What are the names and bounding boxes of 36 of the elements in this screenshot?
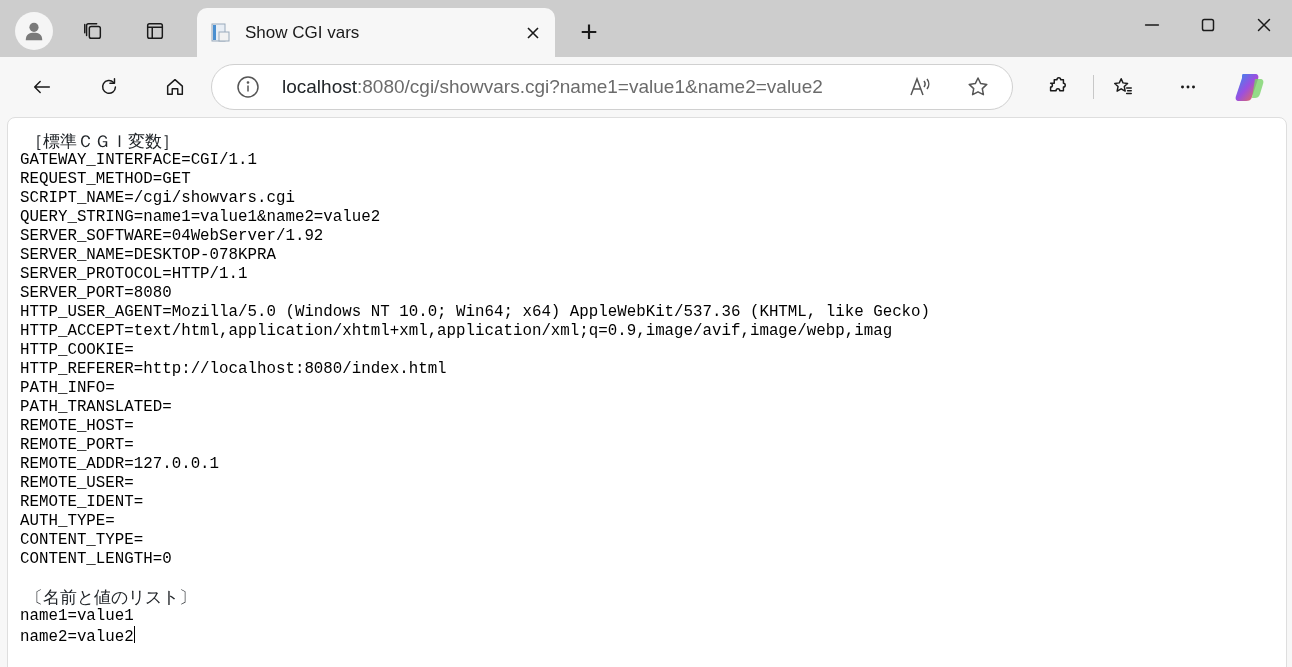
variable-line: PATH_INFO= bbox=[20, 379, 115, 397]
variable-line: REQUEST_METHOD=GET bbox=[20, 170, 191, 188]
variable-line: REMOTE_IDENT= bbox=[20, 493, 144, 511]
text-cursor bbox=[133, 626, 136, 643]
info-icon[interactable] bbox=[236, 75, 260, 99]
variable-line: name2=value2 bbox=[20, 628, 134, 646]
close-icon[interactable] bbox=[525, 24, 541, 41]
variable-line: SERVER_PORT=8080 bbox=[20, 284, 172, 302]
variable-line: AUTH_TYPE= bbox=[20, 512, 115, 530]
variable-line: REMOTE_USER= bbox=[20, 474, 134, 492]
section-heading: ［標準ＣＧＩ変数］ bbox=[25, 132, 180, 151]
variable-line: PATH_TRANSLATED= bbox=[20, 398, 172, 416]
variable-line: GATEWAY_INTERFACE=CGI/1.1 bbox=[20, 151, 257, 169]
variable-line: SERVER_NAME=DESKTOP-078KPRA bbox=[20, 246, 276, 264]
url-text: localhost:8080/cgi/showvars.cgi?name1=value1&name2=value2 bbox=[282, 74, 824, 99]
section-heading: 〔名前と値のリスト〕 bbox=[25, 588, 197, 607]
page-icon bbox=[209, 21, 231, 44]
tab-title: Show CGI vars bbox=[245, 21, 361, 44]
variable-line: CONTENT_TYPE= bbox=[20, 531, 144, 549]
variable-line: HTTP_ACCEPT=text/html,application/xhtml+xml,application/xml;q=0.9,image/avif,image/webp,imag bbox=[20, 322, 893, 340]
variable-line: HTTP_USER_AGENT=Mozilla/5.0 (Windows NT 10.0; Win64; x64) AppleWebKit/537.36 (KHTML, like Gecko) bbox=[20, 303, 931, 321]
profile-avatar[interactable] bbox=[15, 12, 53, 50]
variable-line: REMOTE_PORT= bbox=[20, 436, 134, 454]
variable-line: name1=value1 bbox=[20, 607, 134, 625]
variable-line: HTTP_REFERER=http://localhost:8080/index.html bbox=[20, 360, 447, 378]
new-tab-button[interactable]: + bbox=[569, 11, 609, 51]
address-field[interactable]: localhost:8080/cgi/showvars.cgi?name1=value1&name2=value2 bbox=[211, 64, 1013, 110]
variable-line: QUERY_STRING=name1=value1&name2=value2 bbox=[20, 208, 381, 226]
variable-line: SERVER_PROTOCOL=HTTP/1.1 bbox=[20, 265, 248, 283]
variable-line: CONTENT_LENGTH=0 bbox=[20, 550, 172, 568]
variable-line: SERVER_SOFTWARE=04WebServer/1.92 bbox=[20, 227, 324, 245]
variable-line: REMOTE_ADDR=127.0.0.1 bbox=[20, 455, 220, 473]
variable-line: SCRIPT_NAME=/cgi/showvars.cgi bbox=[20, 189, 295, 207]
browser-tab[interactable]: Show CGI vars bbox=[197, 8, 555, 57]
variable-line: HTTP_COOKIE= bbox=[20, 341, 134, 359]
variable-line: REMOTE_HOST= bbox=[20, 417, 134, 435]
